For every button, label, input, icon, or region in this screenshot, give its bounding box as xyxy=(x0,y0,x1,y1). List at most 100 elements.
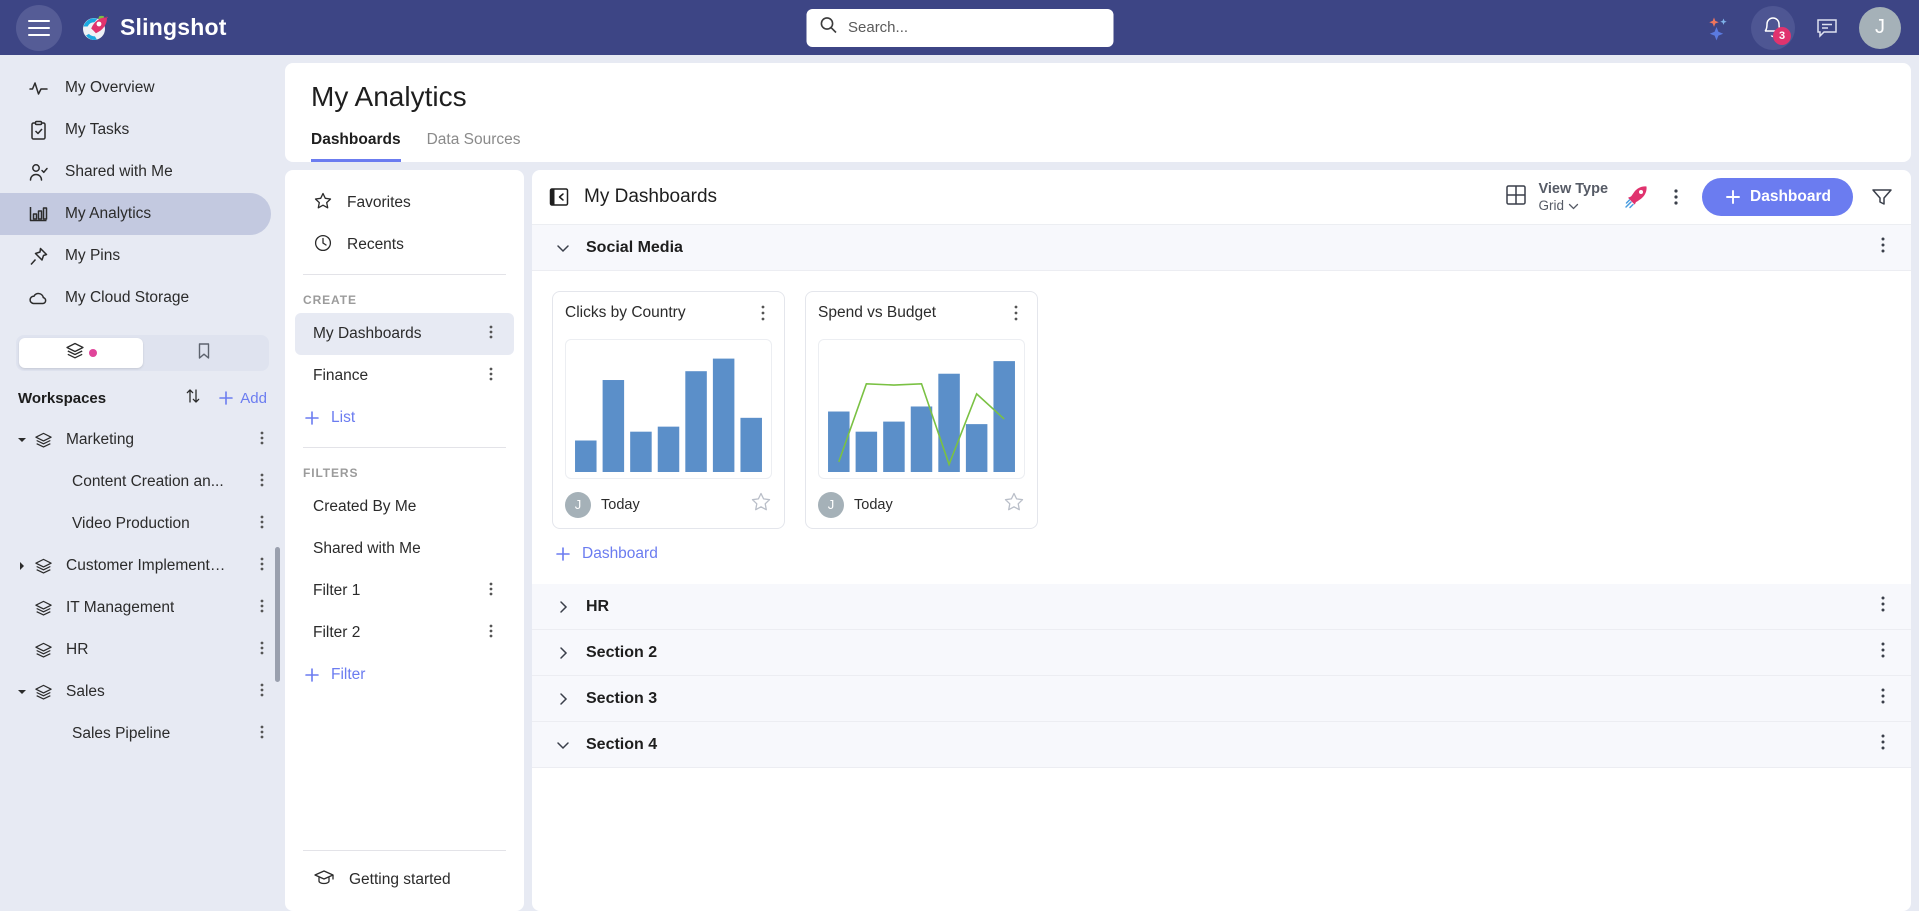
chevron-right-icon[interactable] xyxy=(14,561,30,571)
midpanel-item-finance[interactable]: Finance xyxy=(295,355,514,397)
search-bar[interactable] xyxy=(806,8,1113,47)
add-dashboard-button[interactable]: Dashboard xyxy=(1702,178,1853,216)
sidebar-item-my-pins[interactable]: My Pins xyxy=(0,235,271,277)
sidebar-label: My Analytics xyxy=(65,205,152,222)
sidebar-label: My Pins xyxy=(65,247,121,264)
chevron-down-icon[interactable] xyxy=(552,240,574,256)
sidebar-scrollbar[interactable] xyxy=(275,547,280,682)
ai-sparkles-icon[interactable] xyxy=(1697,6,1741,50)
section-header-social-media[interactable]: Social Media xyxy=(532,225,1911,271)
workspace-label: Video Production xyxy=(72,515,190,532)
more-vertical-icon[interactable] xyxy=(482,323,500,346)
midpanel-item-favorites[interactable]: Favorites xyxy=(295,182,514,224)
notifications-bell-icon[interactable]: 3 xyxy=(1751,5,1795,50)
more-vertical-icon[interactable] xyxy=(482,622,500,645)
section-header-section-4[interactable]: Section 4 xyxy=(532,722,1911,768)
dashboard-card-clicks-by-country[interactable]: Clicks by Country J Today xyxy=(552,291,785,529)
section-header-section-2[interactable]: Section 2 xyxy=(532,630,1911,676)
more-vertical-icon[interactable] xyxy=(253,429,271,452)
add-filter-label: Filter xyxy=(331,666,366,683)
more-vertical-icon[interactable] xyxy=(253,471,271,494)
more-vertical-icon[interactable] xyxy=(253,597,271,620)
section-header-section-3[interactable]: Section 3 xyxy=(532,676,1911,722)
search-input[interactable] xyxy=(848,19,1101,36)
sidebar-item-my-analytics[interactable]: My Analytics xyxy=(0,193,271,235)
chevron-right-icon[interactable] xyxy=(552,645,574,661)
more-vertical-icon[interactable] xyxy=(253,681,271,704)
add-dashboard-inline-button[interactable]: Dashboard xyxy=(554,545,658,563)
more-vertical-icon[interactable] xyxy=(1873,686,1893,711)
hamburger-menu-icon[interactable] xyxy=(16,4,62,51)
workspace-label: Sales Pipeline xyxy=(72,725,171,742)
more-vertical-icon[interactable] xyxy=(1873,640,1893,665)
section-title: HR xyxy=(586,597,610,615)
add-filter-button[interactable]: Filter xyxy=(285,654,524,696)
brand[interactable]: Slingshot xyxy=(80,13,227,43)
tab-dashboards[interactable]: Dashboards xyxy=(311,131,401,162)
workspace-row-marketing[interactable]: Marketing xyxy=(0,419,285,461)
more-vertical-icon[interactable] xyxy=(253,639,271,662)
more-vertical-icon[interactable] xyxy=(1873,732,1893,757)
workspaces-tab-switcher xyxy=(16,335,269,371)
workspace-row-sales[interactable]: Sales xyxy=(0,671,285,713)
more-vertical-icon[interactable] xyxy=(1664,187,1688,207)
star-icon[interactable] xyxy=(1003,491,1025,518)
sidebar-item-my-tasks[interactable]: My Tasks xyxy=(0,109,271,151)
midpanel-filter-1[interactable]: Filter 1 xyxy=(295,570,514,612)
chevron-down-icon[interactable] xyxy=(552,737,574,753)
more-vertical-icon[interactable] xyxy=(482,365,500,388)
tab-data-sources[interactable]: Data Sources xyxy=(427,131,521,162)
getting-started-button[interactable]: Getting started xyxy=(295,859,514,901)
more-vertical-icon[interactable] xyxy=(754,304,772,327)
layers-icon xyxy=(32,557,54,576)
card-date: Today xyxy=(854,496,893,513)
view-type-selector[interactable]: View Type Grid xyxy=(1504,180,1608,214)
midpanel-item-my-dashboards[interactable]: My Dashboards xyxy=(295,313,514,355)
card-title: Spend vs Budget xyxy=(818,304,937,321)
collapse-panel-icon[interactable] xyxy=(548,186,570,208)
chevron-down-icon[interactable] xyxy=(14,435,30,445)
more-vertical-icon[interactable] xyxy=(253,513,271,536)
rocket-icon[interactable] xyxy=(1622,183,1650,211)
star-icon[interactable] xyxy=(750,491,772,518)
section-header-hr[interactable]: HR xyxy=(532,584,1911,630)
card-chart-preview xyxy=(818,339,1025,479)
sort-arrows-icon[interactable] xyxy=(183,386,203,411)
add-workspace-button[interactable]: Add xyxy=(217,389,267,407)
midpanel-filter-created-by-me[interactable]: Created By Me xyxy=(295,486,514,528)
more-vertical-icon[interactable] xyxy=(253,555,271,578)
midpanel-item-recents[interactable]: Recents xyxy=(295,224,514,266)
more-vertical-icon[interactable] xyxy=(482,580,500,603)
more-vertical-icon[interactable] xyxy=(1873,235,1893,260)
tab-workspaces[interactable] xyxy=(19,338,143,368)
sidebar-item-my-cloud-storage[interactable]: My Cloud Storage xyxy=(0,277,271,319)
workspace-row-it-management[interactable]: IT Management xyxy=(0,587,285,629)
tab-bookmarks[interactable] xyxy=(143,338,267,368)
messages-chat-icon[interactable] xyxy=(1805,6,1849,50)
sidebar-item-shared-with-me[interactable]: Shared with Me xyxy=(0,151,271,193)
midpanel-filter-2[interactable]: Filter 2 xyxy=(295,612,514,654)
sidebar-label: My Cloud Storage xyxy=(65,289,190,306)
chevron-right-icon[interactable] xyxy=(552,599,574,615)
chevron-down-icon[interactable] xyxy=(14,687,30,697)
more-vertical-icon[interactable] xyxy=(1007,304,1025,327)
avatar: J xyxy=(565,491,591,518)
add-list-button[interactable]: List xyxy=(285,397,524,439)
workspace-row-customer-implementation[interactable]: Customer Implementa... xyxy=(0,545,285,587)
midpanel-filter-shared-with-me[interactable]: Shared with Me xyxy=(295,528,514,570)
dashboard-card-spend-vs-budget[interactable]: Spend vs Budget J Today xyxy=(805,291,1038,529)
graduation-cap-icon xyxy=(313,867,335,894)
workspace-row-video-production[interactable]: Video Production xyxy=(0,503,285,545)
workspace-row-hr[interactable]: HR xyxy=(0,629,285,671)
workspace-row-sales-pipeline[interactable]: Sales Pipeline xyxy=(0,713,285,755)
clock-icon xyxy=(313,233,333,258)
workspace-row-content-creation[interactable]: Content Creation an... xyxy=(0,461,285,503)
more-vertical-icon[interactable] xyxy=(1873,594,1893,619)
more-vertical-icon[interactable] xyxy=(253,723,271,746)
sidebar-item-my-overview[interactable]: My Overview xyxy=(0,67,271,109)
notification-badge: 3 xyxy=(1773,26,1791,45)
chevron-right-icon[interactable] xyxy=(552,691,574,707)
user-avatar[interactable]: J xyxy=(1859,6,1901,49)
section-title: Section 4 xyxy=(586,735,658,753)
funnel-icon[interactable] xyxy=(1867,185,1897,209)
